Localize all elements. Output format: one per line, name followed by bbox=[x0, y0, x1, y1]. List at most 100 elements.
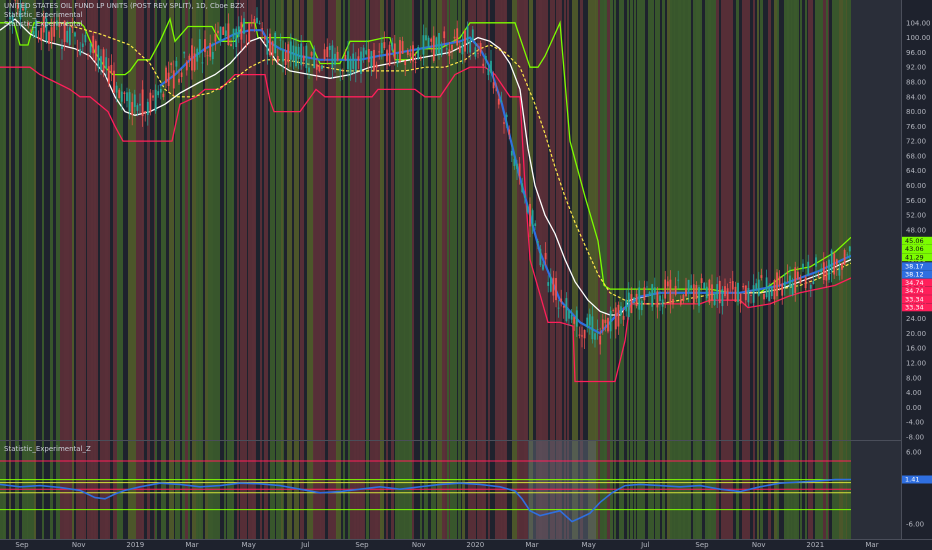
candle-body bbox=[622, 315, 625, 320]
regime-zone bbox=[634, 0, 636, 540]
regime-zone bbox=[482, 0, 486, 540]
candle-body bbox=[529, 203, 531, 227]
candle-body bbox=[656, 291, 659, 308]
candle-body bbox=[295, 46, 297, 67]
regime-zone bbox=[212, 0, 217, 540]
candle-body bbox=[152, 95, 154, 98]
candle-body bbox=[302, 55, 305, 61]
regime-zone bbox=[94, 0, 98, 540]
regime-zone bbox=[260, 0, 262, 540]
candle-body bbox=[123, 92, 126, 94]
candle-body bbox=[315, 63, 318, 70]
candle-body bbox=[609, 310, 612, 332]
candle-body bbox=[178, 78, 180, 83]
candle-body bbox=[414, 61, 417, 63]
candle-body bbox=[352, 53, 355, 69]
candle-body bbox=[245, 44, 248, 46]
candle-body bbox=[721, 289, 724, 307]
candle-body bbox=[786, 272, 789, 274]
candle-body bbox=[289, 41, 292, 60]
candle-body bbox=[591, 316, 594, 340]
y-tick-label: 16.00 bbox=[906, 345, 926, 353]
candle-body bbox=[516, 163, 518, 169]
chart-title: UNITED STATES OIL FUND LP UNITS (POST RE… bbox=[4, 2, 245, 10]
candle-body bbox=[620, 306, 622, 316]
indicator-legend-1[interactable]: Statistic_Experimental bbox=[4, 11, 83, 20]
candle-body bbox=[126, 92, 128, 102]
candle-body bbox=[474, 47, 477, 57]
candle-body bbox=[588, 314, 591, 326]
candle-body bbox=[692, 284, 695, 304]
candle-body bbox=[417, 46, 420, 60]
candle-body bbox=[669, 279, 672, 304]
candle-body bbox=[451, 44, 453, 50]
candle-body bbox=[724, 286, 726, 297]
candle-body bbox=[401, 41, 404, 54]
x-tick-label: Nov bbox=[752, 541, 766, 549]
time-axis[interactable]: Sep Nov 2019 Mar May Jul Sep Nov 2020 Mar May Jul Se… bbox=[15, 541, 878, 549]
candle-body bbox=[500, 100, 503, 102]
candle-body bbox=[471, 29, 474, 41]
candle-body bbox=[378, 51, 381, 53]
sub-pane-legend[interactable]: Statistic_Experimental_Z bbox=[4, 445, 91, 454]
y-tick-label: 80.00 bbox=[906, 108, 926, 116]
candle-body bbox=[406, 50, 409, 55]
candle-body bbox=[40, 28, 43, 41]
candle-body bbox=[154, 89, 157, 112]
candle-body bbox=[183, 51, 186, 54]
candle-body bbox=[731, 281, 734, 290]
regime-zone bbox=[688, 0, 691, 540]
z-axis[interactable]: 6.00 -6.00 bbox=[906, 449, 924, 529]
candle-body bbox=[643, 287, 646, 301]
candle-body bbox=[737, 282, 739, 302]
candle-body bbox=[604, 319, 607, 323]
candle-body bbox=[157, 91, 160, 96]
candle-body bbox=[354, 60, 357, 72]
regime-zone bbox=[300, 0, 304, 540]
regime-background-zones bbox=[0, 0, 851, 540]
candle-body bbox=[256, 17, 258, 24]
candle-body bbox=[534, 223, 537, 226]
price-tag-label: 33.34 bbox=[905, 304, 924, 312]
candle-body bbox=[783, 281, 786, 287]
price-tag-label: 38.17 bbox=[905, 263, 924, 271]
regime-zone bbox=[120, 0, 123, 540]
candle-body bbox=[365, 50, 368, 55]
candle-body bbox=[68, 27, 71, 45]
candle-body bbox=[263, 36, 266, 40]
candle-body bbox=[479, 43, 482, 53]
regime-zone bbox=[380, 0, 384, 540]
candle-body bbox=[794, 267, 797, 293]
price-axis[interactable]: 104.00 100.00 96.00 92.00 88.00 84.00 80.00 76.… bbox=[906, 19, 931, 441]
candle-body bbox=[172, 70, 175, 89]
candle-body bbox=[237, 26, 240, 37]
candle-body bbox=[180, 72, 183, 78]
indicator-legend-2[interactable]: Statistic_Experimental bbox=[4, 20, 83, 29]
regime-zone bbox=[627, 0, 629, 540]
candle-body bbox=[230, 44, 232, 47]
candle-body bbox=[752, 285, 755, 303]
regime-zone bbox=[136, 0, 143, 540]
candle-body bbox=[703, 282, 706, 290]
candle-body bbox=[404, 60, 407, 66]
y-tick-label: 48.00 bbox=[906, 226, 926, 234]
candle-body bbox=[700, 278, 703, 284]
candle-body bbox=[638, 287, 641, 310]
candle-body bbox=[248, 22, 251, 43]
candle-body bbox=[625, 299, 628, 312]
candle-body bbox=[427, 37, 430, 48]
candle-body bbox=[146, 101, 149, 116]
candle-body bbox=[690, 285, 693, 289]
y-tick-label: 8.00 bbox=[906, 374, 922, 382]
regime-zone bbox=[424, 0, 428, 540]
candle-body bbox=[560, 298, 563, 302]
z-tick-label: -6.00 bbox=[906, 521, 924, 529]
x-tick-label: Jul bbox=[300, 541, 310, 549]
candle-body bbox=[523, 195, 526, 198]
candle-body bbox=[196, 48, 199, 62]
candle-body bbox=[817, 276, 820, 278]
candle-body bbox=[791, 283, 794, 295]
candle-body bbox=[204, 39, 206, 53]
regime-zone bbox=[80, 0, 86, 540]
candle-body bbox=[549, 277, 552, 292]
